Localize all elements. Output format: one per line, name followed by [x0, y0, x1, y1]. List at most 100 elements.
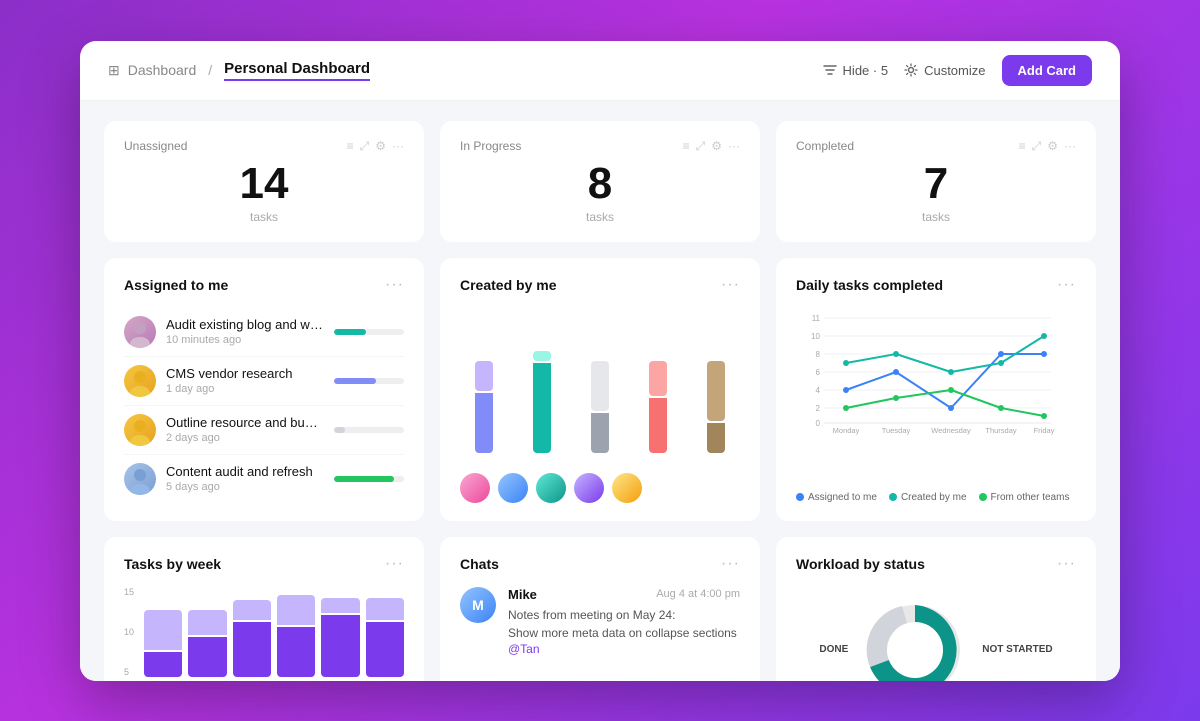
expand-icon-stat3[interactable]: ⤢ — [1032, 139, 1042, 154]
svg-text:6: 6 — [816, 368, 821, 377]
pie-label-not-started: NOT STARTED — [982, 644, 1052, 655]
filter-icon-stat3[interactable]: ≡ — [1019, 139, 1026, 153]
task-item: Content audit and refresh 5 days ago — [124, 455, 404, 503]
bar-segment-top — [591, 361, 609, 411]
stat-card-completed: Completed ≡ ⤢ ⚙ ··· 7 tasks — [776, 121, 1096, 242]
dashboard-icon: ⊞ — [108, 62, 120, 79]
legend-dot-assigned — [796, 493, 804, 501]
expand-icon-stat2[interactable]: ⤢ — [696, 139, 706, 154]
bar-segment-bot — [591, 413, 609, 453]
more-icon-stat3[interactable]: ··· — [1064, 139, 1076, 153]
stat-label-unassigned: Unassigned — [124, 139, 187, 153]
chat-time: Aug 4 at 4:00 pm — [656, 588, 740, 600]
main-content: Unassigned ≡ ⤢ ⚙ ··· 14 tasks In Progres… — [80, 101, 1120, 681]
progress-bar-fill — [334, 378, 376, 384]
svg-text:8: 8 — [816, 350, 821, 359]
chats-menu[interactable]: ··· — [721, 555, 740, 573]
expand-icon-stat[interactable]: ⤢ — [360, 139, 370, 154]
task-item: CMS vendor research 1 day ago — [124, 357, 404, 406]
settings-icon-stat3[interactable]: ⚙ — [1047, 139, 1058, 153]
bar-segment-bot — [475, 393, 493, 453]
progress-bar-wrap — [334, 378, 404, 384]
gear-icon — [904, 63, 918, 77]
more-icon-stat[interactable]: ··· — [392, 139, 404, 153]
progress-bar-fill — [334, 476, 394, 482]
task-progress — [334, 329, 404, 335]
task-item: Audit existing blog and website 10 minut… — [124, 308, 404, 357]
breadcrumb-current: Personal Dashboard — [224, 60, 370, 81]
stat-number-completed: 7 — [796, 162, 1076, 206]
legend-dot-other — [979, 493, 987, 501]
bar-segment-bot — [707, 423, 725, 453]
stat-label-completed: Completed — [796, 139, 854, 153]
filter-icon — [823, 63, 837, 77]
task-name: Outline resource and budget needs — [166, 415, 324, 430]
header: ⊞ Dashboard / Personal Dashboard Hide · … — [80, 41, 1120, 101]
mini-avatar-5 — [612, 473, 642, 503]
app-container: ⊞ Dashboard / Personal Dashboard Hide · … — [80, 41, 1120, 681]
task-name: Content audit and refresh — [166, 464, 324, 479]
daily-tasks-card: Daily tasks completed ··· 11 — [776, 258, 1096, 521]
week-bar-2 — [188, 610, 226, 677]
created-title: Created by me — [460, 277, 556, 293]
bar-stack — [518, 351, 566, 453]
chat-item: M Mike Aug 4 at 4:00 pm Notes from meeti… — [460, 587, 740, 656]
assigned-title: Assigned to me — [124, 277, 228, 293]
task-name: CMS vendor research — [166, 366, 324, 381]
chart-bar-4 — [634, 361, 682, 453]
settings-icon-stat2[interactable]: ⚙ — [711, 139, 722, 153]
avatar — [124, 316, 156, 348]
stat-sublabel-unassigned: tasks — [124, 210, 404, 224]
legend-item-other: From other teams — [979, 492, 1070, 503]
daily-title: Daily tasks completed — [796, 277, 943, 293]
more-icon-stat2[interactable]: ··· — [728, 139, 740, 153]
tasks-by-week-title: Tasks by week — [124, 556, 221, 572]
created-chart — [460, 308, 740, 465]
filter-icon-stat2[interactable]: ≡ — [683, 139, 690, 153]
svg-text:10: 10 — [811, 332, 820, 341]
bar-stack — [460, 361, 508, 453]
mini-avatar-1 — [460, 473, 490, 503]
svg-text:0: 0 — [816, 419, 821, 428]
created-avatars — [460, 473, 740, 503]
svg-text:Tuesday: Tuesday — [882, 426, 911, 435]
legend-label-assigned: Assigned to me — [808, 492, 877, 503]
mini-avatar-2 — [498, 473, 528, 503]
stat-card-inprogress: In Progress ≡ ⤢ ⚙ ··· 8 tasks — [440, 121, 760, 242]
tasks-by-week-header: Tasks by week ··· — [124, 555, 404, 573]
tasks-by-week-card: Tasks by week ··· 15 10 5 — [104, 537, 424, 681]
svg-text:Wednesday: Wednesday — [931, 426, 971, 435]
workload-menu[interactable]: ··· — [1057, 555, 1076, 573]
tasks-by-week-menu[interactable]: ··· — [385, 555, 404, 573]
task-info: Outline resource and budget needs 2 days… — [166, 415, 324, 444]
hide-button[interactable]: Hide · 5 — [823, 63, 889, 78]
svg-text:Monday: Monday — [833, 426, 860, 435]
created-menu[interactable]: ··· — [721, 276, 740, 294]
avatar — [124, 365, 156, 397]
add-card-button[interactable]: Add Card — [1002, 55, 1093, 86]
created-by-me-card: Created by me ··· — [440, 258, 760, 521]
pie-chart — [860, 595, 970, 681]
workload-card: Workload by status ··· DONE — [776, 537, 1096, 681]
chat-name: Mike — [508, 587, 537, 602]
week-bar-4 — [277, 595, 315, 677]
bar-segment-top — [649, 361, 667, 396]
task-time: 2 days ago — [166, 432, 324, 444]
bar-segment-top — [533, 351, 551, 361]
chat-mention[interactable]: @Tan — [508, 642, 740, 656]
chat-message-2: Show more meta data on collapse sections — [508, 624, 740, 642]
assigned-header: Assigned to me ··· — [124, 276, 404, 294]
bar-stack — [576, 361, 624, 453]
daily-menu[interactable]: ··· — [1057, 276, 1076, 294]
customize-button[interactable]: Customize — [904, 63, 985, 78]
progress-bar-fill — [334, 427, 345, 433]
breadcrumb-dashboard[interactable]: Dashboard — [128, 62, 197, 78]
created-chart-area — [460, 308, 740, 503]
chat-message-1: Notes from meeting on May 24: — [508, 606, 740, 624]
settings-icon-stat[interactable]: ⚙ — [375, 139, 386, 153]
assigned-menu[interactable]: ··· — [385, 276, 404, 294]
chart-bar-5 — [692, 361, 740, 453]
legend-label-other: From other teams — [991, 492, 1070, 503]
stat-number-unassigned: 14 — [124, 162, 404, 206]
filter-icon-stat[interactable]: ≡ — [347, 139, 354, 153]
